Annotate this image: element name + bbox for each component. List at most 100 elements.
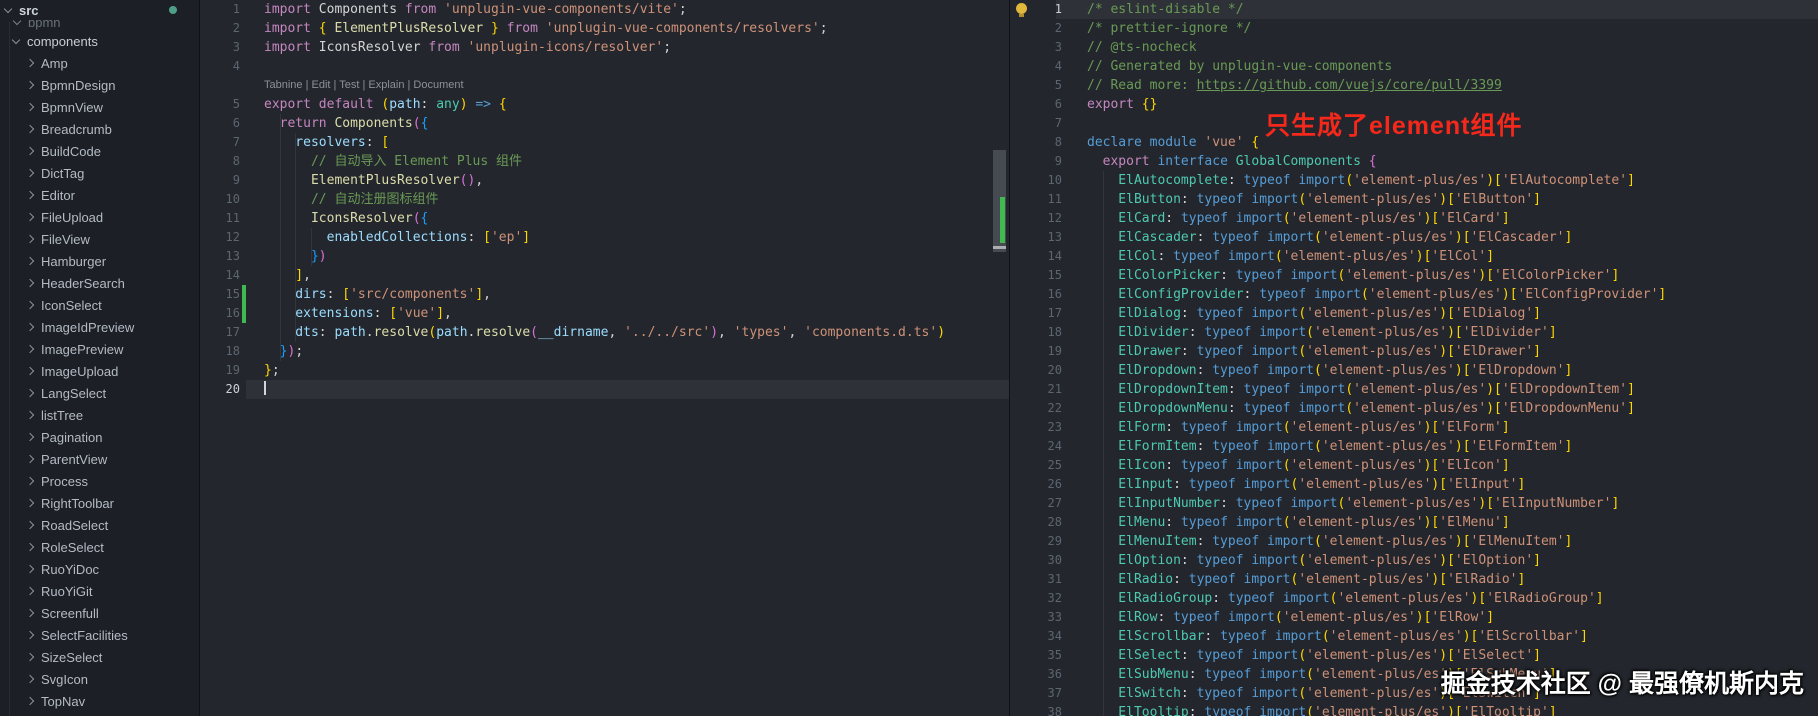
sidebar-item-amp[interactable]: Amp [0,52,199,74]
sidebar-item-imageidpreview[interactable]: ImageIdPreview [0,316,199,338]
code-line-text[interactable]: // @ts-nocheck [1062,38,1818,57]
line-number[interactable]: 11 [1032,190,1062,209]
code-line-text[interactable]: ElRow: typeof import('element-plus/es')[… [1062,608,1818,627]
code-line-text[interactable]: import Components from 'unplugin-vue-com… [246,0,1009,19]
code-line-text[interactable]: import { ElementPlusResolver } from 'unp… [246,19,1009,38]
line-number[interactable]: 4 [200,57,240,76]
code-line-text[interactable]: import IconsResolver from 'unplugin-icon… [246,38,1009,57]
code-line-text[interactable]: ElementPlusResolver(), [246,171,1009,190]
line-number[interactable]: 7 [200,133,240,152]
code-line-text[interactable]: ElSelect: typeof import('element-plus/es… [1062,646,1818,665]
sidebar-item-ruoyigit[interactable]: RuoYiGit [0,580,199,602]
line-number[interactable]: 9 [1032,152,1062,171]
line-number[interactable]: 6 [200,114,240,133]
code-line-text[interactable]: ElDivider: typeof import('element-plus/e… [1062,323,1818,342]
code-line-text[interactable]: export default (path: any) => { [246,95,1009,114]
code-line-text[interactable]: ElInputNumber: typeof import('element-pl… [1062,494,1818,513]
code-line-text[interactable]: ElOption: typeof import('element-plus/es… [1062,551,1818,570]
sidebar-item-bpmndesign[interactable]: BpmnDesign [0,74,199,96]
line-number[interactable]: 15 [200,285,240,304]
line-number[interactable]: 21 [1032,380,1062,399]
code-line-text[interactable]: ElDrawer: typeof import('element-plus/es… [1062,342,1818,361]
code-line-text[interactable]: // Generated by unplugin-vue-components [1062,57,1818,76]
sidebar-item-process[interactable]: Process [0,470,199,492]
line-number[interactable]: 19 [200,361,240,380]
lightbulb-icon[interactable] [1016,3,1027,14]
sidebar-item-righttoolbar[interactable]: RightToolbar [0,492,199,514]
line-number[interactable]: 32 [1032,589,1062,608]
line-number[interactable]: 36 [1032,665,1062,684]
code-line-text[interactable]: IconsResolver({ [246,209,1009,228]
sidebar-item-breadcrumb[interactable]: Breadcrumb [0,118,199,140]
line-number[interactable]: 24 [1032,437,1062,456]
code-line-text[interactable]: ElIcon: typeof import('element-plus/es')… [1062,456,1818,475]
line-number[interactable]: 37 [1032,684,1062,703]
code-line-text[interactable]: return Components({ [246,114,1009,133]
line-number[interactable]: 20 [1032,361,1062,380]
code-line-text[interactable]: ElColorPicker: typeof import('element-pl… [1062,266,1818,285]
line-number[interactable]: 30 [1032,551,1062,570]
code-line-text[interactable] [246,57,1009,76]
code-line-text[interactable]: ElDialog: typeof import('element-plus/es… [1062,304,1818,323]
code-line-text[interactable]: ElMenu: typeof import('element-plus/es')… [1062,513,1818,532]
sidebar-item-hamburger[interactable]: Hamburger [0,250,199,272]
sidebar-item-bpmnview[interactable]: BpmnView [0,96,199,118]
sidebar-folder-components[interactable]: components [0,30,199,52]
sidebar-item-imagepreview[interactable]: ImagePreview [0,338,199,360]
sidebar-item-imageupload[interactable]: ImageUpload [0,360,199,382]
line-number[interactable]: 26 [1032,475,1062,494]
line-number[interactable] [200,76,240,95]
line-number[interactable]: 2 [200,19,240,38]
sidebar-item-pagination[interactable]: Pagination [0,426,199,448]
code-line-text[interactable]: // Read more: https://github.com/vuejs/c… [1062,76,1818,95]
code-line-text[interactable]: ElDropdownItem: typeof import('element-p… [1062,380,1818,399]
sidebar-item-selectfacilities[interactable]: SelectFacilities [0,624,199,646]
code-line-text[interactable]: ElMenuItem: typeof import('element-plus/… [1062,532,1818,551]
line-number[interactable]: 29 [1032,532,1062,551]
sidebar-item-langselect[interactable]: LangSelect [0,382,199,404]
sidebar-item-partial[interactable]: bpmn [0,20,199,30]
line-number[interactable]: 28 [1032,513,1062,532]
code-line-text[interactable]: }) [246,247,1009,266]
line-number[interactable]: 31 [1032,570,1062,589]
line-number[interactable]: 23 [1032,418,1062,437]
sidebar-item-sizeselect[interactable]: SizeSelect [0,646,199,668]
sidebar-item-ruoyidoc[interactable]: RuoYiDoc [0,558,199,580]
line-number[interactable]: 20 [200,380,240,399]
line-number[interactable]: 11 [200,209,240,228]
line-number[interactable]: 33 [1032,608,1062,627]
line-number[interactable]: 6 [1032,95,1062,114]
line-number[interactable]: 27 [1032,494,1062,513]
code-line-text[interactable]: ElRadioGroup: typeof import('element-plu… [1062,589,1818,608]
sidebar-item-iconselect[interactable]: IconSelect [0,294,199,316]
line-number[interactable]: 35 [1032,646,1062,665]
line-number[interactable]: 3 [200,38,240,57]
line-number[interactable]: 17 [1032,304,1062,323]
code-line-text[interactable]: extensions: ['vue'], [246,304,1009,323]
line-number[interactable]: 5 [200,95,240,114]
explorer-section-src[interactable]: src [0,0,199,20]
code-line-text[interactable]: // 自动导入 Element Plus 组件 [246,152,1009,171]
line-number[interactable]: 19 [1032,342,1062,361]
sidebar-item-editor[interactable]: Editor [0,184,199,206]
code-line-text[interactable]: ElTooltip: typeof import('element-plus/e… [1062,703,1818,716]
code-line-text[interactable]: ElDropdownMenu: typeof import('element-p… [1062,399,1818,418]
code-line-text[interactable]: ElCol: typeof import('element-plus/es')[… [1062,247,1818,266]
code-line-text[interactable]: resolvers: [ [246,133,1009,152]
line-number[interactable]: 38 [1032,703,1062,716]
line-number[interactable]: 16 [200,304,240,323]
code-line-text[interactable]: ElInput: typeof import('element-plus/es'… [1062,475,1818,494]
line-number[interactable]: 14 [1032,247,1062,266]
codelens-actions[interactable]: Tabnine | Edit | Test | Explain | Docume… [246,76,1009,95]
code-line-text[interactable] [246,380,1009,399]
line-number[interactable]: 15 [1032,266,1062,285]
sidebar-item-topnav[interactable]: TopNav [0,690,199,712]
sidebar-item-svgicon[interactable]: SvgIcon [0,668,199,690]
line-number[interactable]: 17 [200,323,240,342]
line-number[interactable]: 34 [1032,627,1062,646]
code-line-text[interactable]: export interface GlobalComponents { [1062,152,1818,171]
line-number[interactable]: 12 [200,228,240,247]
code-line-text[interactable]: ElAutocomplete: typeof import('element-p… [1062,171,1818,190]
code-line-text[interactable]: ], [246,266,1009,285]
line-number[interactable]: 14 [200,266,240,285]
